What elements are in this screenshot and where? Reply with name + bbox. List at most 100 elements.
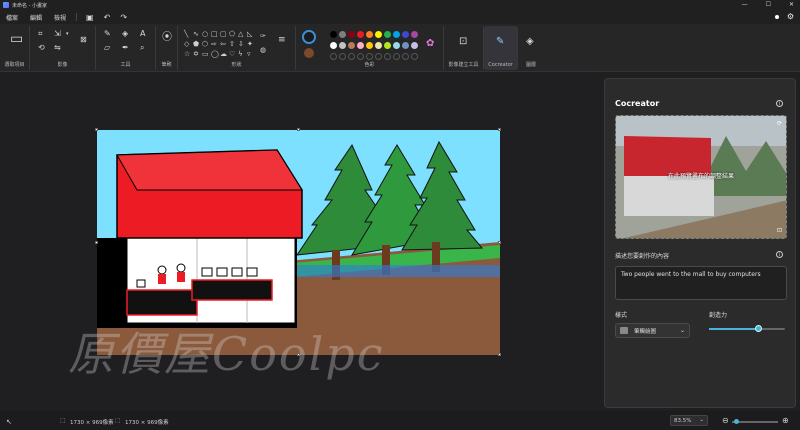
creativity-slider-knob[interactable] [755,325,763,332]
secondary-color-swatch[interactable] [304,48,314,58]
curve-shape-icon[interactable]: ∿ [193,30,202,38]
rounded-rect-shape-icon[interactable]: ▢ [220,30,229,38]
account-icon[interactable] [774,14,779,19]
select-tool-icon[interactable]: ▭ [10,32,23,46]
info-icon[interactable]: i [776,100,783,107]
color-swatch[interactable] [348,31,355,38]
refresh-icon[interactable]: ⟳ [777,120,782,127]
five-star-shape-icon[interactable]: ☆ [184,50,193,58]
menu-file[interactable]: 檔案 [0,13,24,22]
maximize-button[interactable]: ☐ [766,1,771,8]
color-swatch[interactable] [330,31,337,38]
primary-color-swatch[interactable] [302,30,316,44]
resize-handle-tr[interactable] [498,128,501,131]
pentagon-shape-icon[interactable]: ⬟ [193,40,202,48]
oval-shape-icon[interactable]: ○ [202,30,211,38]
settings-gear-icon[interactable]: ⚙ [787,12,794,21]
pencil-icon[interactable]: ✎ [104,30,111,38]
right-triangle-shape-icon[interactable]: ◺ [247,30,256,38]
image-creator-icon[interactable]: ⊡ [459,37,467,47]
flip-icon[interactable]: ⇋ [54,44,61,52]
brush-icon[interactable]: ⦿ [162,33,172,43]
color-swatch[interactable] [339,42,346,49]
color-swatch[interactable] [366,53,373,60]
resize-icon[interactable]: ⇲ [54,30,61,38]
fill-style-icon[interactable]: ◍ [260,46,266,54]
stroke-size-icon[interactable]: ≡ [278,36,286,45]
cocreator-icon[interactable]: ✎ [496,37,504,47]
zoom-slider[interactable] [732,419,778,424]
color-swatch[interactable] [375,31,382,38]
fill-bucket-icon[interactable]: ◈ [122,30,128,38]
color-swatch[interactable] [402,42,409,49]
insert-image-icon[interactable]: ⊡ [777,227,782,234]
color-swatch[interactable] [348,53,355,60]
color-swatch[interactable] [411,42,418,49]
zoom-slider-knob[interactable] [734,419,739,424]
color-swatch[interactable] [384,42,391,49]
color-swatch[interactable] [393,42,400,49]
color-swatch[interactable] [357,31,364,38]
color-swatch[interactable] [384,53,391,60]
more-shapes-icon[interactable]: ▿ [247,50,256,58]
prompt-input[interactable]: Two people went to the mall to buy compu… [615,266,787,300]
color-swatch[interactable] [411,31,418,38]
group-cocreator[interactable]: ✎ Cocreator [484,26,518,70]
color-swatch[interactable] [393,53,400,60]
prompt-info-icon[interactable]: i [776,251,783,258]
resize-handle-br[interactable] [498,353,501,356]
magnifier-icon[interactable]: ⌕ [140,44,144,52]
hexagon-shape-icon[interactable]: ⬡ [202,40,211,48]
background-removal-icon[interactable]: ⊠ [80,36,87,44]
resize-handle-tl[interactable] [95,128,98,131]
redo-icon[interactable]: ↷ [120,13,127,22]
color-swatch[interactable] [384,31,391,38]
polygon-shape-icon[interactable]: ⬠ [229,30,238,38]
six-star-shape-icon[interactable]: ✡ [193,50,202,58]
color-swatch[interactable] [402,31,409,38]
diamond-shape-icon[interactable]: ◇ [184,40,193,48]
color-swatch[interactable] [366,31,373,38]
lightning-shape-icon[interactable]: ϟ [238,50,247,58]
color-swatch[interactable] [339,53,346,60]
close-button[interactable]: ✕ [789,1,794,8]
menu-view[interactable]: 檢視 [48,13,72,22]
right-arrow-shape-icon[interactable]: ⇨ [211,40,220,48]
color-swatch[interactable] [375,42,382,49]
eraser-icon[interactable]: ▱ [104,44,110,52]
undo-icon[interactable]: ↶ [104,13,111,22]
color-swatch[interactable] [357,42,364,49]
heart-shape-icon[interactable]: ♡ [229,50,238,58]
resize-handle-top[interactable] [297,128,300,131]
line-shape-icon[interactable]: ╲ [184,30,193,38]
minimize-button[interactable]: — [742,1,748,8]
triangle-shape-icon[interactable]: △ [238,30,247,38]
resize-handle-right[interactable] [498,241,501,244]
menu-edit[interactable]: 編輯 [24,13,48,22]
color-swatch[interactable] [366,42,373,49]
outline-style-icon[interactable]: ✑ [260,32,266,40]
edit-colors-icon[interactable]: ✿ [426,39,434,49]
up-arrow-shape-icon[interactable]: ⇧ [229,40,238,48]
text-icon[interactable]: A [140,30,145,38]
color-swatch[interactable] [393,31,400,38]
color-swatch[interactable] [402,53,409,60]
cloud-callout-shape-icon[interactable]: ☁ [220,50,229,58]
zoom-out-icon[interactable]: ⊖ [722,416,729,425]
creativity-slider[interactable] [709,325,785,332]
color-swatch[interactable] [348,42,355,49]
color-swatch[interactable] [357,53,364,60]
callout-rect-shape-icon[interactable]: ▭ [202,50,211,58]
callout-oval-shape-icon[interactable]: ◯ [211,50,220,58]
zoom-dropdown[interactable]: 83.5% ⌄ [670,415,708,426]
color-swatch[interactable] [411,53,418,60]
color-picker-icon[interactable]: ✒ [122,44,129,52]
rectangle-shape-icon[interactable]: □ [211,30,220,38]
layers-icon[interactable]: ◈ [526,37,534,47]
zoom-in-icon[interactable]: ⊕ [782,416,789,425]
rotate-icon[interactable]: ⟲ [38,44,45,52]
four-star-shape-icon[interactable]: ✦ [247,40,256,48]
style-dropdown[interactable]: 筆觸繪圖 ⌄ [615,323,690,338]
color-swatch[interactable] [339,31,346,38]
color-swatch[interactable] [330,53,337,60]
